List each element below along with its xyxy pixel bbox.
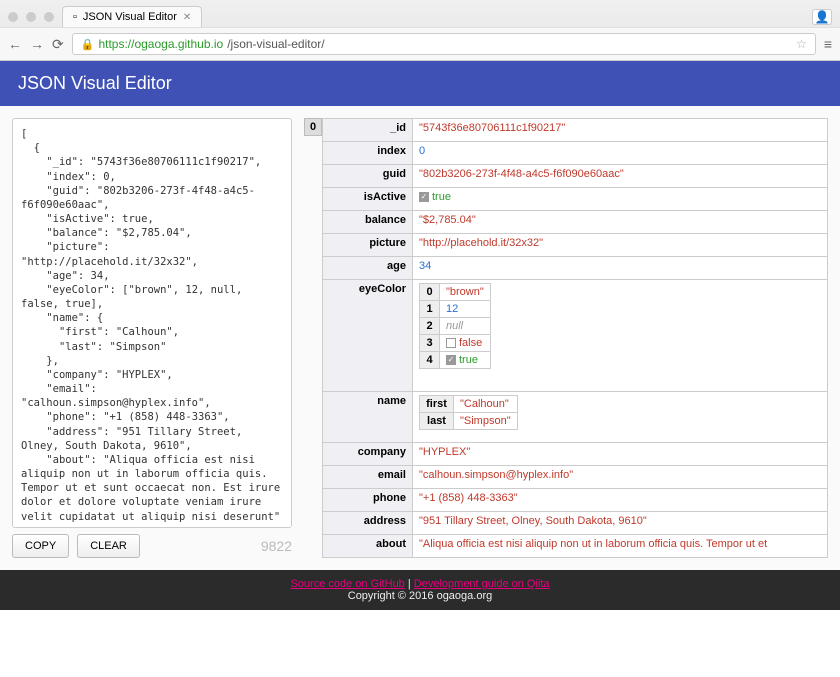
- array-value: true: [459, 354, 478, 366]
- table-row: isActive ✓true: [323, 187, 828, 210]
- prop-value[interactable]: 34: [419, 260, 431, 272]
- viewer-pane: 0 _id"5743f36e80706111c1f90217" index0 g…: [304, 118, 828, 558]
- workspace: COPY CLEAR 9822 0 _id "5743f36e80706111c1…: [0, 106, 840, 570]
- prop-key: company: [323, 443, 413, 466]
- array-value[interactable]: null: [446, 320, 463, 332]
- char-count: 9822: [261, 538, 292, 554]
- table-row: picture "http://placehold.it/32x32": [323, 233, 828, 256]
- window-close-icon[interactable]: [8, 12, 18, 22]
- table-row: eyeColor 0 "brown" 1 12 2 null 3 false 4 ✓tru…: [323, 279, 828, 391]
- nested-key: first: [420, 396, 454, 413]
- prop-key: age: [323, 256, 413, 279]
- checkbox-icon[interactable]: ✓: [446, 355, 456, 365]
- app-header: JSON Visual Editor: [0, 61, 840, 106]
- nested-object: first "Calhoun" last "Simpson": [419, 395, 518, 430]
- json-textarea[interactable]: [12, 118, 292, 528]
- property-table: _id "5743f36e80706111c1f90217" index 0 gui…: [322, 118, 828, 558]
- prop-value[interactable]: "calhoun.simpson@hyplex.info": [419, 469, 573, 481]
- window-minimize-icon[interactable]: [26, 12, 36, 22]
- app-title: JSON Visual Editor: [18, 73, 172, 93]
- prop-value[interactable]: "Aliqua officia est nisi aliquip non ut …: [419, 538, 767, 550]
- table-row: balance "$2,785.04": [323, 210, 828, 233]
- table-row: age 34: [323, 256, 828, 279]
- back-button[interactable]: ←: [8, 36, 22, 52]
- prop-value: true: [432, 191, 451, 203]
- array-index: 3: [420, 334, 440, 351]
- prop-key: index: [323, 141, 413, 164]
- array-index: 2: [420, 317, 440, 334]
- prop-key: balance: [323, 210, 413, 233]
- prop-value[interactable]: "+1 (858) 448-3363": [419, 492, 518, 504]
- table-row: email "calhoun.simpson@hyplex.info": [323, 466, 828, 489]
- editor-pane: COPY CLEAR 9822: [12, 118, 292, 558]
- prop-value[interactable]: 0: [419, 145, 425, 157]
- prop-key: about: [323, 534, 413, 557]
- table-row: address "951 Tillary Street, Olney, South…: [323, 511, 828, 534]
- prop-value[interactable]: "$2,785.04": [419, 214, 476, 226]
- forward-button[interactable]: →: [30, 36, 44, 52]
- prop-value[interactable]: "5743f36e80706111c1f90217": [419, 122, 565, 134]
- tab-bar: ▫ JSON Visual Editor ✕ 👤: [0, 0, 840, 27]
- prop-key: phone: [323, 488, 413, 511]
- table-row: company "HYPLEX": [323, 443, 828, 466]
- clear-button[interactable]: CLEAR: [77, 534, 140, 558]
- prop-value[interactable]: "HYPLEX": [419, 446, 470, 458]
- prop-value[interactable]: "802b3206-273f-4f48-a4c5-f6f090e60aac": [419, 168, 624, 180]
- prop-key: email: [323, 466, 413, 489]
- root-index-badge: 0: [304, 118, 322, 136]
- nested-value[interactable]: "Simpson": [460, 415, 511, 427]
- checkbox-icon[interactable]: ✓: [419, 192, 429, 202]
- table-row: phone "+1 (858) 448-3363": [323, 488, 828, 511]
- prop-value[interactable]: "http://placehold.it/32x32": [419, 237, 543, 249]
- array-value[interactable]: 12: [446, 303, 458, 315]
- prop-value[interactable]: "951 Tillary Street, Olney, South Dakota…: [419, 515, 647, 527]
- prop-key: eyeColor: [323, 279, 413, 391]
- copy-button[interactable]: COPY: [12, 534, 69, 558]
- prop-key: _id: [323, 119, 413, 142]
- url-input[interactable]: 🔒 https://ogaoga.github.io/json-visual-e…: [72, 33, 816, 55]
- menu-icon[interactable]: ≡: [824, 36, 832, 52]
- array-index: 4: [420, 351, 440, 368]
- editor-toolbar: COPY CLEAR 9822: [12, 534, 292, 558]
- table-row: about "Aliqua officia est nisi aliquip no…: [323, 534, 828, 557]
- window-zoom-icon[interactable]: [44, 12, 54, 22]
- prop-key: name: [323, 392, 413, 443]
- footer: Source code on GitHub | Development guid…: [0, 570, 840, 610]
- lock-icon: 🔒: [81, 38, 95, 51]
- browser-chrome: ▫ JSON Visual Editor ✕ 👤 ← → ⟳ 🔒 https:/…: [0, 0, 840, 61]
- prop-key: picture: [323, 233, 413, 256]
- browser-tab[interactable]: ▫ JSON Visual Editor ✕: [62, 6, 202, 27]
- array-value: false: [459, 337, 482, 349]
- page-icon: ▫: [73, 11, 77, 23]
- table-row: guid "802b3206-273f-4f48-a4c5-f6f090e60aa…: [323, 164, 828, 187]
- prop-key: isActive: [323, 187, 413, 210]
- checkbox-icon[interactable]: [446, 338, 456, 348]
- array-value[interactable]: "brown": [446, 286, 484, 298]
- nested-array: 0 "brown" 1 12 2 null 3 false 4 ✓true: [419, 283, 491, 369]
- address-bar: ← → ⟳ 🔒 https://ogaoga.github.io/json-vi…: [0, 27, 840, 60]
- reload-button[interactable]: ⟳: [52, 36, 64, 53]
- array-index: 1: [420, 300, 440, 317]
- nested-key: last: [420, 413, 454, 430]
- qiita-link[interactable]: Development guide on Qiita: [414, 578, 550, 590]
- bookmark-icon[interactable]: ☆: [796, 37, 807, 51]
- footer-separator: |: [405, 578, 414, 590]
- url-path: /json-visual-editor/: [227, 37, 324, 51]
- close-icon[interactable]: ✕: [183, 12, 191, 23]
- array-index: 0: [420, 283, 440, 300]
- copyright: Copyright © 2016 ogaoga.org: [8, 590, 832, 602]
- url-origin: https://ogaoga.github.io: [98, 37, 223, 51]
- prop-key: address: [323, 511, 413, 534]
- table-row: _id "5743f36e80706111c1f90217": [323, 119, 828, 142]
- table-row: index 0: [323, 141, 828, 164]
- nested-value[interactable]: "Calhoun": [460, 398, 509, 410]
- tab-title: JSON Visual Editor: [83, 11, 177, 23]
- user-menu-icon[interactable]: 👤: [812, 9, 832, 25]
- github-link[interactable]: Source code on GitHub: [290, 578, 404, 590]
- table-row: name first "Calhoun" last "Simpson": [323, 392, 828, 443]
- prop-key: guid: [323, 164, 413, 187]
